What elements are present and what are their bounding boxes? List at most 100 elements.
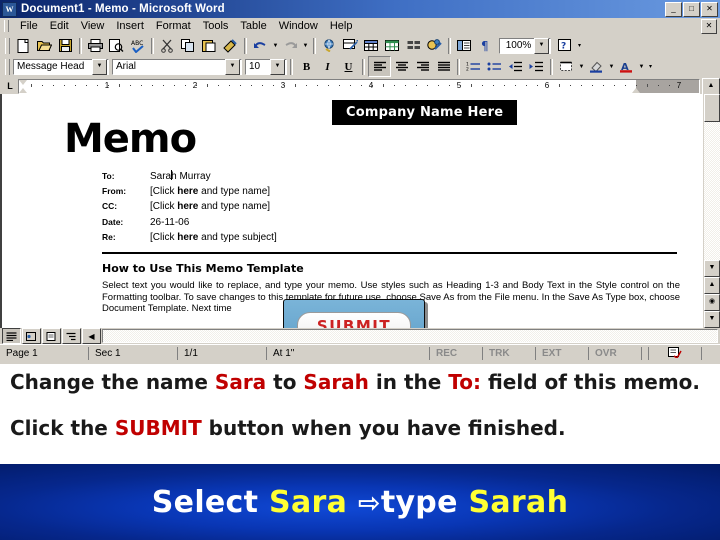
- vertical-scroll-track[interactable]: [704, 122, 720, 260]
- print-icon[interactable]: [85, 36, 106, 55]
- spelling-status-icon[interactable]: [649, 347, 702, 360]
- submit-button[interactable]: SUBMIT: [297, 312, 411, 328]
- print-layout-view-icon[interactable]: [42, 328, 61, 344]
- maximize-button[interactable]: □: [683, 1, 700, 17]
- tab-stop-selector[interactable]: L: [2, 79, 18, 93]
- document-page[interactable]: Company Name Here Memo To: Sarah Murray …: [0, 94, 703, 328]
- menu-item-insert[interactable]: Insert: [110, 20, 150, 32]
- paste-icon[interactable]: [199, 36, 220, 55]
- field-value-to[interactable]: Sarah Murray: [150, 170, 211, 182]
- tables-and-borders-icon[interactable]: [340, 36, 361, 55]
- menu-item-table[interactable]: Table: [234, 20, 272, 32]
- zoom-dropdown-arrow[interactable]: ▼: [534, 37, 549, 54]
- decrease-indent-icon[interactable]: [505, 57, 526, 76]
- first-line-indent-marker[interactable]: [19, 79, 27, 85]
- normal-view-icon[interactable]: [2, 328, 21, 344]
- new-document-icon[interactable]: [13, 36, 34, 55]
- menu-item-tools[interactable]: Tools: [197, 20, 235, 32]
- redo-dropdown-arrow[interactable]: ▼: [301, 36, 310, 55]
- menu-item-window[interactable]: Window: [273, 20, 324, 32]
- print-preview-icon[interactable]: [106, 36, 127, 55]
- font-size-dropdown-arrow[interactable]: ▼: [270, 58, 285, 75]
- vertical-scroll-thumb[interactable]: [704, 94, 720, 122]
- status-ovr-indicator[interactable]: OVR: [589, 347, 642, 360]
- next-page-button[interactable]: ▼: [704, 311, 720, 328]
- copy-icon[interactable]: [178, 36, 199, 55]
- spelling-check-icon[interactable]: ABC: [127, 36, 148, 55]
- zoom-combo[interactable]: 100% ▼: [499, 37, 551, 54]
- underline-button[interactable]: U: [338, 57, 359, 76]
- bold-button[interactable]: B: [296, 57, 317, 76]
- memo-field-date[interactable]: Date: 26-11-06: [102, 217, 277, 233]
- outline-view-icon[interactable]: [62, 328, 81, 344]
- placeholder-here-link[interactable]: here: [177, 186, 198, 197]
- columns-icon[interactable]: [403, 36, 424, 55]
- placeholder-here-link[interactable]: here: [177, 201, 198, 212]
- field-value-re[interactable]: [Click here and type subject]: [150, 232, 277, 243]
- horizontal-scroll-left-button[interactable]: ◀: [82, 328, 101, 344]
- highlight-dropdown-arrow[interactable]: ▼: [607, 57, 616, 76]
- menu-item-help[interactable]: Help: [324, 20, 359, 32]
- formatting-toolbar-grip[interactable]: [5, 58, 10, 75]
- italic-button[interactable]: I: [317, 57, 338, 76]
- memo-field-to[interactable]: To: Sarah Murray: [102, 170, 277, 186]
- close-document-button[interactable]: ✕: [701, 19, 717, 34]
- memo-field-from[interactable]: From: [Click here and type name]: [102, 186, 277, 202]
- format-painter-icon[interactable]: [220, 36, 241, 55]
- menu-item-view[interactable]: View: [75, 20, 111, 32]
- style-combo[interactable]: Message Head ▼: [13, 58, 109, 75]
- align-center-icon[interactable]: [391, 57, 412, 76]
- status-trk-indicator[interactable]: TRK: [483, 347, 536, 360]
- horizontal-scroll-track[interactable]: [102, 329, 718, 343]
- undo-icon[interactable]: [250, 36, 271, 55]
- borders-dropdown-arrow[interactable]: ▼: [577, 57, 586, 76]
- previous-page-button[interactable]: ▲: [704, 277, 720, 294]
- memo-field-cc[interactable]: CC: [Click here and type name]: [102, 201, 277, 217]
- right-indent-marker[interactable]: [632, 87, 640, 93]
- web-layout-view-icon[interactable]: [22, 328, 41, 344]
- redo-icon[interactable]: [280, 36, 301, 55]
- formatting-toolbar-overflow-arrow[interactable]: ▾: [646, 57, 655, 76]
- highlight-icon[interactable]: [586, 57, 607, 76]
- numbered-list-icon[interactable]: 12: [463, 57, 484, 76]
- font-combo[interactable]: Arial ▼: [112, 58, 242, 75]
- status-ext-indicator[interactable]: EXT: [536, 347, 589, 360]
- menu-item-format[interactable]: Format: [150, 20, 197, 32]
- undo-dropdown-arrow[interactable]: ▼: [271, 36, 280, 55]
- font-dropdown-arrow[interactable]: ▼: [225, 58, 240, 75]
- show-formatting-marks-icon[interactable]: ¶: [475, 36, 496, 55]
- select-browse-object-button[interactable]: ◉: [704, 294, 720, 311]
- scroll-up-button[interactable]: ▲: [702, 77, 720, 95]
- menu-item-file[interactable]: File: [14, 20, 44, 32]
- borders-icon[interactable]: [556, 57, 577, 76]
- field-value-from[interactable]: [Click here and type name]: [150, 186, 270, 197]
- insert-excel-worksheet-icon[interactable]: [382, 36, 403, 55]
- close-button[interactable]: ✕: [701, 1, 718, 17]
- ruler-strip[interactable]: 1 2 3 4 5 6 7: [18, 78, 700, 94]
- menu-item-edit[interactable]: Edit: [44, 20, 75, 32]
- drawing-icon[interactable]: [424, 36, 445, 55]
- status-rec-indicator[interactable]: REC: [430, 347, 483, 360]
- style-dropdown-arrow[interactable]: ▼: [92, 58, 107, 75]
- field-value-cc[interactable]: [Click here and type name]: [150, 201, 270, 212]
- align-right-icon[interactable]: [412, 57, 433, 76]
- scroll-down-button[interactable]: ▼: [704, 260, 720, 277]
- font-color-dropdown-arrow[interactable]: ▼: [637, 57, 646, 76]
- standard-toolbar-grip[interactable]: [5, 37, 10, 54]
- document-map-icon[interactable]: [454, 36, 475, 55]
- font-size-combo[interactable]: 10 ▼: [245, 58, 287, 75]
- justify-icon[interactable]: [433, 57, 454, 76]
- field-value-date[interactable]: 26-11-06: [150, 217, 189, 228]
- font-color-icon[interactable]: A: [616, 57, 637, 76]
- vertical-scrollbar[interactable]: ▼ ▲ ◉ ▼: [703, 94, 720, 328]
- menu-grip[interactable]: [4, 20, 9, 32]
- open-folder-icon[interactable]: [34, 36, 55, 55]
- standard-toolbar-overflow-arrow[interactable]: ▾: [575, 36, 584, 55]
- insert-hyperlink-icon[interactable]: [319, 36, 340, 55]
- submit-button-panel[interactable]: SUBMIT: [283, 299, 425, 328]
- insert-table-icon[interactable]: [361, 36, 382, 55]
- bulleted-list-icon[interactable]: [484, 57, 505, 76]
- increase-indent-icon[interactable]: [526, 57, 547, 76]
- resize-grip[interactable]: [702, 347, 720, 360]
- left-indent-marker[interactable]: [19, 87, 27, 93]
